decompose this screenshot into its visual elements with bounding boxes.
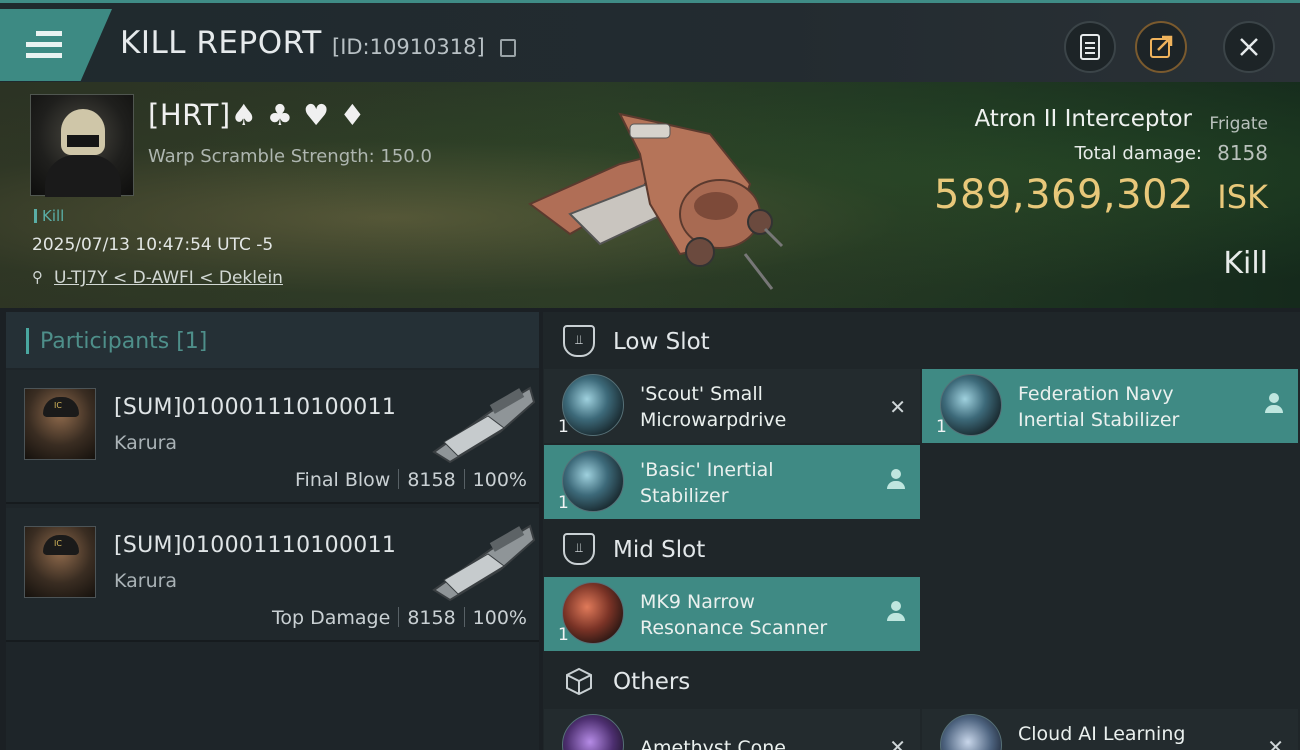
total-damage-label: Total damage:: [1074, 143, 1202, 164]
participant-role: Top Damage: [272, 607, 391, 629]
notes-button[interactable]: [1064, 21, 1116, 73]
destroyed-x-icon: ✕: [889, 735, 906, 750]
total-damage-value: 8158: [1217, 141, 1268, 165]
others-label: Others: [613, 669, 691, 695]
close-button[interactable]: [1223, 21, 1275, 73]
participant-percent: 100%: [472, 469, 527, 491]
module-name: Federation Navy Inertial Stabilizer: [1018, 383, 1180, 431]
module-name: MK9 Narrow Resonance Scanner: [640, 591, 828, 639]
module-cloud-ai-learning[interactable]: Cloud AI Learning ✕: [922, 709, 1298, 750]
kill-datetime: 2025/07/13 10:47:54 UTC -5: [32, 235, 274, 255]
module-icon: [562, 450, 624, 512]
others-header: Others: [543, 652, 1300, 712]
participants-header: Participants [1]: [6, 312, 539, 368]
notes-icon: [1080, 34, 1100, 60]
module-name: Amethyst Cone: [640, 737, 786, 750]
module-name: Cloud AI Learning: [1018, 723, 1186, 745]
isk-value: 589,369,302: [934, 172, 1194, 218]
module-quantity: 1: [936, 417, 947, 437]
module-icon: [562, 374, 624, 436]
report-id: [ID:10910318]: [332, 35, 485, 59]
participant-role: Final Blow: [295, 469, 391, 491]
participant-ship: Karura: [114, 432, 178, 454]
participant-stats: Final Blow 8158 100%: [295, 469, 527, 491]
fitting-panel: ⫫ Low Slot 1 'Scout' Small Microwarpdrive…: [543, 312, 1300, 750]
participant-name: [SUM]010001110100011: [114, 533, 397, 558]
kill-type: Kill: [1223, 246, 1268, 281]
header-bar: KILL REPORT [ID:10910318]: [0, 0, 1300, 82]
cube-icon: [566, 667, 592, 695]
destroyed-x-icon: ✕: [889, 395, 906, 419]
mid-slot-icon: ⫫: [563, 533, 595, 565]
participant-avatar[interactable]: [24, 526, 96, 598]
page-title: KILL REPORT: [120, 25, 322, 61]
warp-scramble-strength: Warp Scramble Strength: 150.0: [148, 146, 432, 167]
dropped-user-icon: [1264, 393, 1284, 415]
module-mk9-narrow-resonance-scanner[interactable]: 1 MK9 Narrow Resonance Scanner: [544, 577, 920, 651]
participant-avatar[interactable]: [24, 388, 96, 460]
participant-ship-image[interactable]: [430, 382, 536, 466]
module-icon: [940, 714, 1002, 750]
module-amethyst-cone[interactable]: Amethyst Cone ✕: [544, 709, 920, 750]
isk-unit: ISK: [1217, 178, 1268, 216]
mid-slot-label: Mid Slot: [613, 537, 706, 563]
participant-ship-image[interactable]: [430, 520, 536, 604]
kill-tag: Kill: [34, 207, 64, 225]
victim-banner: [HRT]♠ ♣ ♥ ♦ Warp Scramble Strength: 150…: [0, 82, 1300, 308]
participant-damage: 8158: [407, 469, 456, 491]
dropped-user-icon: [886, 601, 906, 623]
kill-location-link[interactable]: U-TJ7Y < D-AWFI < Deklein: [54, 268, 283, 288]
location-pin-icon: ⚲: [32, 268, 43, 286]
participant-stats: Top Damage 8158 100%: [272, 607, 527, 629]
participants-title: Participants [1]: [40, 329, 208, 354]
destroyed-x-icon: ✕: [1267, 735, 1284, 750]
module-federation-navy-inertial-stabilizer[interactable]: 1 Federation Navy Inertial Stabilizer: [922, 369, 1298, 443]
victim-ship-image[interactable]: [510, 94, 790, 294]
participants-panel: Participants [1] [SUM]010001110100011 Ka…: [6, 312, 539, 750]
module-quantity: 1: [558, 625, 569, 645]
victim-portrait[interactable]: [30, 94, 134, 197]
module-quantity: 1: [558, 493, 569, 513]
module-icon: [562, 582, 624, 644]
copy-icon[interactable]: [500, 39, 516, 57]
low-slot-header: ⫫ Low Slot: [543, 312, 1300, 372]
hamburger-menu-icon: [26, 31, 62, 64]
participant-name: [SUM]010001110100011: [114, 395, 397, 420]
module-basic-inertial-stabilizer[interactable]: 1 'Basic' Inertial Stabilizer: [544, 445, 920, 519]
victim-pilot-name: [HRT]♠ ♣ ♥ ♦: [148, 98, 366, 132]
module-quantity: 1: [558, 417, 569, 437]
participant-row[interactable]: [SUM]010001110100011 Karura Top Damage 81…: [6, 508, 539, 642]
victim-ship-name: Atron II Interceptor: [974, 106, 1192, 132]
low-slot-label: Low Slot: [613, 329, 710, 355]
close-icon: [1240, 38, 1258, 56]
mid-slot-header: ⫫ Mid Slot: [543, 520, 1300, 580]
menu-button[interactable]: [0, 9, 112, 81]
module-icon: [562, 714, 624, 750]
share-icon: [1150, 35, 1173, 58]
participant-percent: 100%: [472, 607, 527, 629]
module-name: 'Scout' Small Microwarpdrive: [640, 383, 787, 431]
participant-damage: 8158: [407, 607, 456, 629]
low-slot-icon: ⫫: [563, 325, 595, 357]
dropped-user-icon: [886, 469, 906, 491]
victim-ship-class: Frigate: [1209, 114, 1268, 134]
participant-row[interactable]: [SUM]010001110100011 Karura Final Blow 81…: [6, 370, 539, 504]
module-name: 'Basic' Inertial Stabilizer: [640, 459, 774, 507]
module-icon: [940, 374, 1002, 436]
participant-ship: Karura: [114, 570, 178, 592]
share-button[interactable]: [1135, 21, 1187, 73]
module-scout-microwarpdrive[interactable]: 1 'Scout' Small Microwarpdrive ✕: [544, 369, 920, 443]
